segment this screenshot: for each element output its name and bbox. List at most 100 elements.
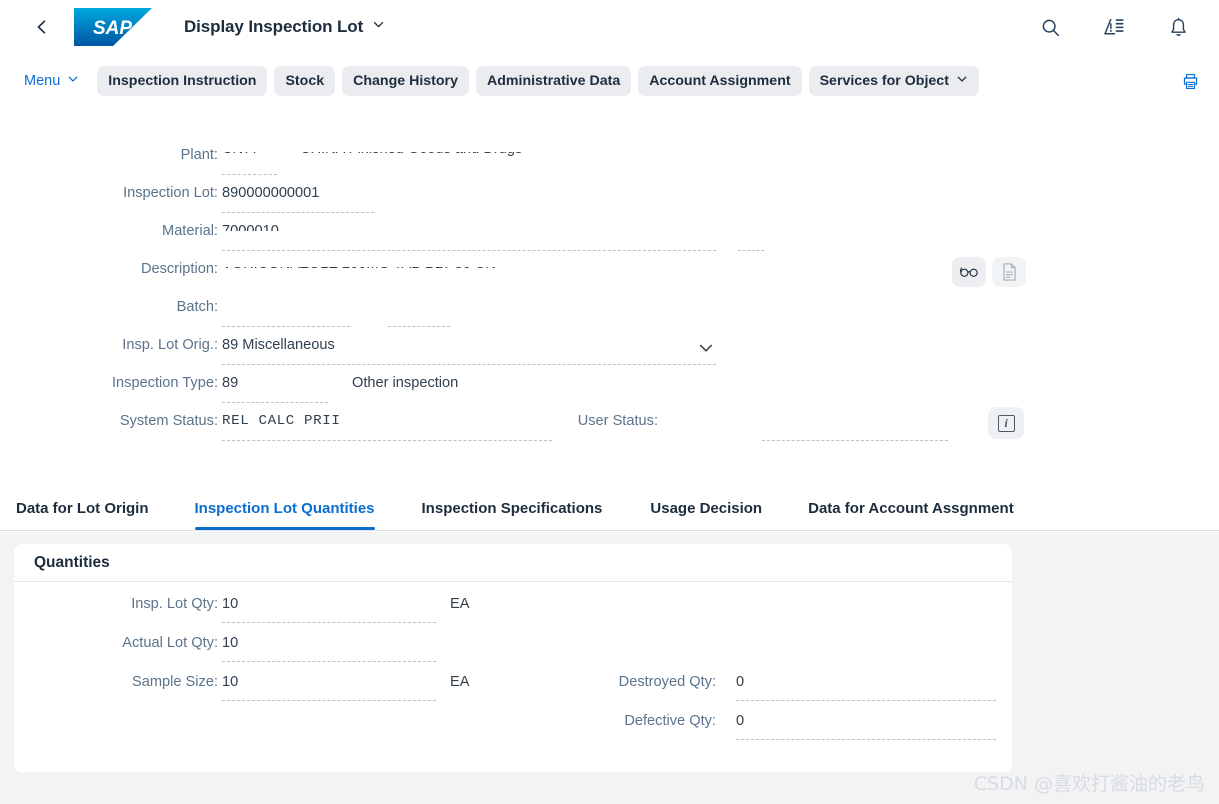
underline-batch bbox=[222, 326, 350, 327]
value-destroyed-qty[interactable]: 0 bbox=[736, 674, 744, 690]
toolbar-button-stock[interactable]: Stock bbox=[274, 66, 336, 96]
value-actual-lot-qty[interactable]: 10 bbox=[222, 635, 238, 651]
label-inspection-type: Inspection Type: bbox=[111, 375, 218, 391]
quantities-card-title: Quantities bbox=[14, 544, 1012, 582]
underline-insp-lot-orig bbox=[222, 364, 716, 365]
underline-actual-lot-qty bbox=[222, 661, 436, 662]
form-row-batch: Batch: bbox=[0, 294, 1219, 332]
underline-inspection-type bbox=[222, 402, 328, 403]
svg-text:SAP: SAP bbox=[93, 18, 132, 39]
tab-label: Usage Decision bbox=[650, 500, 763, 517]
tab-label: Data for Account Assgnment bbox=[808, 500, 1014, 517]
tab-label: Data for Lot Origin bbox=[16, 500, 149, 517]
value-system-status[interactable]: REL CALC PRII bbox=[222, 413, 340, 429]
underline-batch-extra bbox=[388, 326, 450, 327]
label-defective-qty: Defective Qty: bbox=[624, 713, 716, 729]
sap-fiori-app: SAP Display Inspection Lot Menu Inspecti… bbox=[0, 0, 1219, 804]
form-row-plant: Plant: CN77 CHINA Finished Goods and Dru… bbox=[0, 142, 1219, 180]
button-label: Stock bbox=[285, 73, 325, 89]
inspection-lot-header-form: Plant: CN77 CHINA Finished Goods and Dru… bbox=[0, 112, 1219, 462]
search-icon[interactable] bbox=[1037, 14, 1063, 40]
label-inspection-lot: Inspection Lot: bbox=[123, 185, 218, 201]
label-insp-lot-qty: Insp. Lot Qty: bbox=[131, 596, 218, 612]
toolbar-button-inspection-instruction[interactable]: Inspection Instruction bbox=[97, 66, 268, 96]
tab-label: Inspection Specifications bbox=[421, 500, 603, 517]
document-icon[interactable] bbox=[992, 257, 1026, 287]
button-label: Change History bbox=[353, 73, 458, 89]
chevron-left-icon bbox=[37, 20, 46, 34]
form-row-inspection-lot: Inspection Lot: 890000000001 bbox=[0, 180, 1219, 218]
underline-material-extra bbox=[738, 250, 764, 251]
label-sample-size: Sample Size: bbox=[132, 674, 218, 690]
toolbar-button-change-history[interactable]: Change History bbox=[342, 66, 469, 96]
toolbar-button-services-for-object[interactable]: Services for Object bbox=[808, 66, 979, 96]
sap-logo-icon: SAP bbox=[74, 8, 152, 46]
tab-content-area: Quantities Insp. Lot Qty: 10 EA Actual L… bbox=[0, 532, 1219, 804]
tab-inspection-specifications[interactable]: Inspection Specifications bbox=[422, 487, 603, 530]
app-title-menu[interactable]: Display Inspection Lot bbox=[184, 17, 385, 37]
label-system-status: System Status: bbox=[119, 413, 218, 429]
underline-inspection-lot bbox=[222, 212, 374, 213]
action-toolbar: Menu Inspection Instruction Stock Change… bbox=[0, 54, 1219, 108]
form-row-insp-lot-orig: Insp. Lot Orig.: 89 Miscellaneous bbox=[0, 332, 1219, 370]
value-inspection-type[interactable]: 89 bbox=[222, 375, 238, 391]
tab-inspection-lot-quantities[interactable]: Inspection Lot Quantities bbox=[194, 487, 375, 530]
value-material[interactable]: 7000010 bbox=[222, 224, 302, 231]
label-insp-lot-orig: Insp. Lot Orig.: bbox=[122, 337, 218, 353]
form-row-inspection-type: Inspection Type: 89 Other inspection bbox=[0, 370, 1219, 408]
chevron-down-icon bbox=[372, 18, 385, 36]
underline-sample-size bbox=[222, 700, 436, 701]
underline-system-status bbox=[222, 440, 552, 441]
display-glasses-icon[interactable] bbox=[952, 257, 986, 287]
form-row-description: Description: VORICONAZOLE 200MG TAB BLT … bbox=[0, 256, 1219, 294]
button-label: Administrative Data bbox=[486, 73, 621, 89]
form-row-material: Material: 7000010 bbox=[0, 218, 1219, 256]
shell-header: SAP Display Inspection Lot bbox=[0, 0, 1219, 54]
tab-label: Inspection Lot Quantities bbox=[194, 500, 375, 517]
tab-usage-decision[interactable]: Usage Decision bbox=[650, 487, 762, 530]
toolbar-buttons: Inspection Instruction Stock Change Hist… bbox=[97, 66, 979, 96]
quantities-card: Quantities Insp. Lot Qty: 10 EA Actual L… bbox=[14, 544, 1012, 772]
tab-bar: Data for Lot Origin Inspection Lot Quant… bbox=[0, 487, 1219, 531]
label-material: Material: bbox=[162, 223, 218, 239]
label-actual-lot-qty: Actual Lot Qty: bbox=[122, 635, 218, 651]
button-label: Account Assignment bbox=[649, 73, 791, 89]
watermark: CSDN @喜欢打酱油的老鸟 bbox=[973, 773, 1205, 795]
information-glyph: i bbox=[997, 414, 1015, 432]
unit-sample-size: EA bbox=[450, 674, 470, 690]
notifications-bell-icon[interactable] bbox=[1165, 14, 1191, 40]
page-title: Display Inspection Lot bbox=[184, 17, 364, 36]
quantity-row-actual-lot-qty: Actual Lot Qty: 10 bbox=[14, 631, 1012, 669]
underline-defective-qty bbox=[736, 739, 996, 740]
information-icon[interactable]: i bbox=[988, 407, 1024, 439]
button-label: Inspection Instruction bbox=[108, 73, 257, 89]
toolbar-button-account-assignment[interactable]: Account Assignment bbox=[638, 66, 802, 96]
quantity-row-insp-lot-qty: Insp. Lot Qty: 10 EA bbox=[14, 592, 1012, 630]
form-row-system-status: System Status: REL CALC PRII User Status… bbox=[0, 407, 1219, 446]
underline-insp-lot-qty bbox=[222, 622, 436, 623]
tab-data-for-account-assignment[interactable]: Data for Account Assgnment bbox=[808, 487, 1014, 530]
chevron-down-icon bbox=[956, 73, 968, 89]
value-plant[interactable]: CN77 bbox=[222, 152, 282, 163]
value-sample-size[interactable]: 10 bbox=[222, 674, 238, 690]
tab-data-for-lot-origin[interactable]: Data for Lot Origin bbox=[16, 487, 149, 530]
chevron-down-icon[interactable] bbox=[698, 340, 714, 361]
quantity-row-defective-qty: Defective Qty: 0 bbox=[14, 709, 1012, 747]
value-insp-lot-qty[interactable]: 10 bbox=[222, 596, 238, 612]
menu-button[interactable]: Menu bbox=[20, 68, 83, 94]
text-plant-description: CHINA Finished Goods and Drugs bbox=[300, 152, 580, 163]
value-defective-qty[interactable]: 0 bbox=[736, 713, 744, 729]
text-inspection-type-description: Other inspection bbox=[352, 375, 459, 391]
label-description: Description: bbox=[140, 261, 218, 277]
back-button[interactable] bbox=[24, 9, 60, 45]
alerts-icon[interactable] bbox=[1101, 14, 1127, 40]
underline-plant bbox=[222, 174, 277, 175]
printer-icon[interactable] bbox=[1175, 66, 1205, 96]
underline-user-status bbox=[762, 440, 948, 441]
value-inspection-lot[interactable]: 890000000001 bbox=[222, 185, 319, 201]
toolbar-button-administrative-data[interactable]: Administrative Data bbox=[475, 66, 632, 96]
menu-label: Menu bbox=[24, 73, 61, 89]
value-description[interactable]: VORICONAZOLE 200MG TAB BLT 30 CN bbox=[222, 267, 552, 277]
value-insp-lot-orig[interactable]: 89 Miscellaneous bbox=[222, 337, 335, 353]
label-batch: Batch: bbox=[176, 299, 218, 315]
